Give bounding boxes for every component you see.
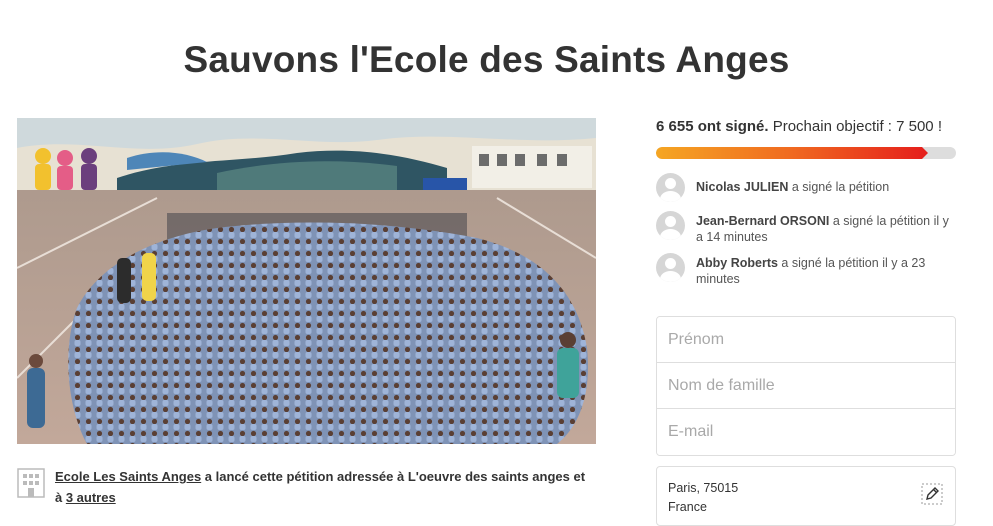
email-field[interactable]: [657, 409, 955, 455]
building-icon: [17, 468, 45, 498]
signature-count-value: 6 655 ont signé.: [656, 118, 769, 135]
signature-goal: Prochain objectif : 7 500 !: [768, 118, 942, 135]
recent-signer-name: Nicolas JULIEN: [696, 180, 789, 194]
starter-text: Ecole Les Saints Anges a lancé cette pét…: [55, 466, 595, 508]
school-group-photo-illustration: [17, 118, 596, 444]
recent-signer-text: Abby Roberts a signé la pétition il y a …: [696, 253, 956, 287]
name-email-fields: [656, 316, 956, 456]
signature-progress-bar: [656, 147, 956, 159]
recent-signer-text: Jean-Bernard ORSONI a signé la pétition …: [696, 211, 956, 245]
signature-progress-fill: [656, 147, 923, 159]
location-city: Paris, 75015: [668, 481, 739, 495]
petition-starter: Ecole Les Saints Anges a lancé cette pét…: [17, 466, 596, 510]
location-box[interactable]: Paris, 75015 France: [656, 466, 956, 526]
last-name-field[interactable]: [657, 363, 955, 409]
recent-signer-name: Abby Roberts: [696, 256, 778, 270]
signature-count: 6 655 ont signé. Prochain objectif : 7 5…: [656, 118, 956, 135]
recent-signers-list: Nicolas JULIEN a signé la pétition Jean-…: [656, 173, 956, 287]
avatar-icon: [656, 173, 685, 202]
signature-panel: 6 655 ont signé. Prochain objectif : 7 5…: [656, 118, 956, 295]
pencil-icon[interactable]: [921, 483, 943, 505]
page-title: Sauvons l'Ecole des Saints Anges: [183, 38, 790, 80]
signature-progress-tip: [922, 147, 929, 159]
starter-others-link[interactable]: 3 autres: [66, 490, 116, 505]
first-name-field[interactable]: [657, 317, 955, 363]
location-country: France: [668, 500, 707, 514]
recent-signer: Abby Roberts a signé la pétition il y a …: [656, 253, 956, 287]
petition-photo: [17, 118, 596, 444]
avatar-icon: [656, 253, 685, 282]
recent-signer: Jean-Bernard ORSONI a signé la pétition …: [656, 211, 956, 245]
recent-signer-action: a signé la pétition: [788, 180, 890, 194]
starter-author-link[interactable]: Ecole Les Saints Anges: [55, 469, 201, 484]
recent-signer-text: Nicolas JULIEN a signé la pétition: [696, 173, 956, 195]
sign-form: Paris, 75015 France: [656, 316, 956, 526]
avatar-icon: [656, 211, 685, 240]
recent-signer-name: Jean-Bernard ORSONI: [696, 214, 830, 228]
recent-signer: Nicolas JULIEN a signé la pétition: [656, 173, 956, 203]
